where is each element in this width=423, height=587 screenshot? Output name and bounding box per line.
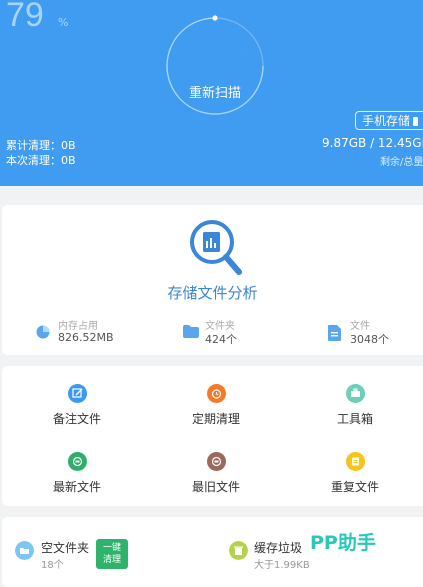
one-click-clean-button[interactable]: 一键 清理 <box>96 539 128 569</box>
edit-icon <box>67 384 87 403</box>
trash-icon <box>229 541 248 560</box>
new-file-icon <box>67 452 87 471</box>
tool-scheduled-clean-label: 定期清理 <box>191 412 240 426</box>
tool-scheduled-clean[interactable]: 定期清理 <box>171 384 261 427</box>
files-label: 文件 <box>350 321 370 332</box>
empty-folder-icon <box>15 541 34 560</box>
storage-analysis-title: 存储文件分析 <box>167 284 258 302</box>
rescan-button[interactable]: 重新扫描 <box>160 82 270 101</box>
old-file-icon <box>206 452 226 471</box>
cache-junk-title: 缓存垃圾 <box>254 541 303 555</box>
duplicate-file-icon <box>345 452 365 471</box>
memory-usage-value: 826.52MB <box>58 331 114 344</box>
phone-storage-button[interactable]: 手机存储 <box>355 111 423 130</box>
pie-chart-icon <box>36 325 50 339</box>
document-icon <box>328 325 341 341</box>
tool-oldest-files[interactable]: 最旧文件 <box>171 452 261 495</box>
header-panel: 79 % 重新扫描 手机存储 累计清理：0B 本次清理：0B 9.87GB / … <box>0 0 423 186</box>
tool-notes-files[interactable]: 备注文件 <box>32 384 122 427</box>
storage-capacity-caption: 剩余/总量 <box>380 157 423 168</box>
memory-usage-label: 内存占用 <box>58 321 98 332</box>
scan-ring-icon[interactable] <box>160 10 270 130</box>
empty-folder-title: 空文件夹 <box>41 541 90 555</box>
storage-analysis-card[interactable]: 存储文件分析 内存占用 826.52MB 文件夹 424个 文件 3048个 <box>2 205 423 355</box>
phone-icon <box>413 117 419 126</box>
empty-folder-count: 18个 <box>41 560 64 571</box>
phone-storage-label: 手机存储 <box>362 114 411 128</box>
files-value: 3048个 <box>350 333 389 346</box>
tool-newest-files-label: 最新文件 <box>52 480 101 494</box>
tool-notes-files-label: 备注文件 <box>52 412 101 426</box>
cache-junk-size: 大于1.99KB <box>254 560 310 571</box>
tools-card: 备注文件 定期清理 工具箱 最新文件 最旧文件 重复文件 <box>2 366 423 506</box>
alarm-clock-icon <box>206 384 226 403</box>
cumulative-cleaned: 累计清理：0B <box>6 139 76 152</box>
folders-label: 文件夹 <box>205 321 235 332</box>
storage-percent-unit: % <box>58 16 69 29</box>
folders-value: 424个 <box>205 333 237 346</box>
tool-duplicate-files[interactable]: 重复文件 <box>310 452 400 495</box>
tool-newest-files[interactable]: 最新文件 <box>32 452 122 495</box>
storage-capacity: 9.87GB / 12.45GB <box>322 136 423 150</box>
search-analysis-icon <box>190 220 242 275</box>
tool-toolbox[interactable]: 工具箱 <box>310 384 400 427</box>
one-click-clean-line2: 清理 <box>102 555 121 565</box>
one-click-clean-line1: 一键 <box>102 543 121 553</box>
tool-toolbox-label: 工具箱 <box>336 412 373 426</box>
folder-icon <box>183 325 199 338</box>
tool-oldest-files-label: 最旧文件 <box>191 480 240 494</box>
pp-assistant-watermark: PP助手 <box>310 532 376 554</box>
tool-duplicate-files-label: 重复文件 <box>330 480 379 494</box>
toolbox-icon <box>345 384 365 403</box>
current-cleaned: 本次清理：0B <box>6 154 76 167</box>
storage-percent: 79 <box>6 0 44 34</box>
